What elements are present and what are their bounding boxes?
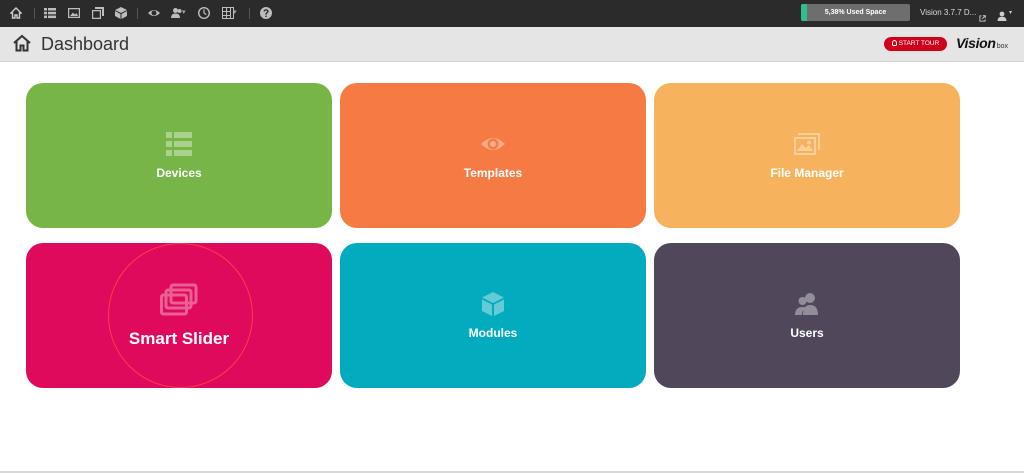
users-icon (794, 291, 820, 317)
help-icon[interactable] (259, 6, 273, 20)
storage-usage-label: 5,38% Used Space (824, 9, 887, 16)
calendar-caret-icon[interactable]: ▾ (233, 8, 237, 16)
modules-tile[interactable]: Modules (340, 243, 646, 388)
eye-icon[interactable] (147, 6, 161, 20)
users-tile-label: Users (790, 326, 824, 340)
devices-tile[interactable]: Devices (26, 83, 332, 228)
list-icon (166, 131, 192, 157)
external-link-icon[interactable] (979, 9, 986, 22)
slides-icon (160, 283, 198, 317)
start-tour-button[interactable]: START TOUR (884, 37, 947, 51)
smart-slider-tile-label: Smart Slider (128, 328, 230, 348)
file-manager-tile[interactable]: File Manager (654, 83, 960, 228)
templates-tile-label: Templates (463, 166, 523, 180)
app-version[interactable]: Vision 3.7.7 D... (920, 0, 976, 27)
page-header: Dashboard START TOUR Visionbox (0, 27, 1024, 62)
top-navbar: ▾ ▾ 5,38% Used Space Vision 3.7.7 D... ▾ (0, 0, 1024, 27)
images-icon (794, 131, 820, 157)
image-icon[interactable] (67, 6, 81, 20)
smart-slider-tile[interactable]: Smart Slider (26, 243, 332, 388)
dashboard-home-icon (12, 34, 32, 52)
lightbulb-icon (891, 40, 897, 46)
devices-list-icon[interactable] (43, 6, 57, 20)
home-icon[interactable] (9, 6, 23, 20)
eye-icon (480, 131, 506, 157)
vision-box-logo: Visionbox (956, 35, 1008, 51)
user-menu-icon[interactable] (997, 8, 1007, 21)
users-caret-icon[interactable]: ▾ (182, 8, 186, 16)
modules-tile-label: Modules (468, 326, 518, 340)
users-tile[interactable]: Users (654, 243, 960, 388)
templates-tile[interactable]: Templates (340, 83, 646, 228)
devices-tile-label: Devices (156, 166, 202, 180)
storage-usage-bar: 5,38% Used Space (801, 4, 910, 21)
toolbar-divider (137, 8, 138, 19)
cube-icon (480, 291, 506, 317)
toolbar-divider (34, 8, 35, 19)
page-title: Dashboard (41, 34, 130, 54)
user-menu-caret-icon[interactable]: ▾ (1009, 9, 1012, 16)
layers-icon[interactable] (91, 6, 105, 20)
start-tour-label: START TOUR (898, 40, 940, 47)
cube-icon[interactable] (114, 6, 128, 20)
clock-icon[interactable] (197, 6, 211, 20)
file-manager-tile-label: File Manager (770, 166, 844, 180)
toolbar-divider (249, 8, 250, 19)
